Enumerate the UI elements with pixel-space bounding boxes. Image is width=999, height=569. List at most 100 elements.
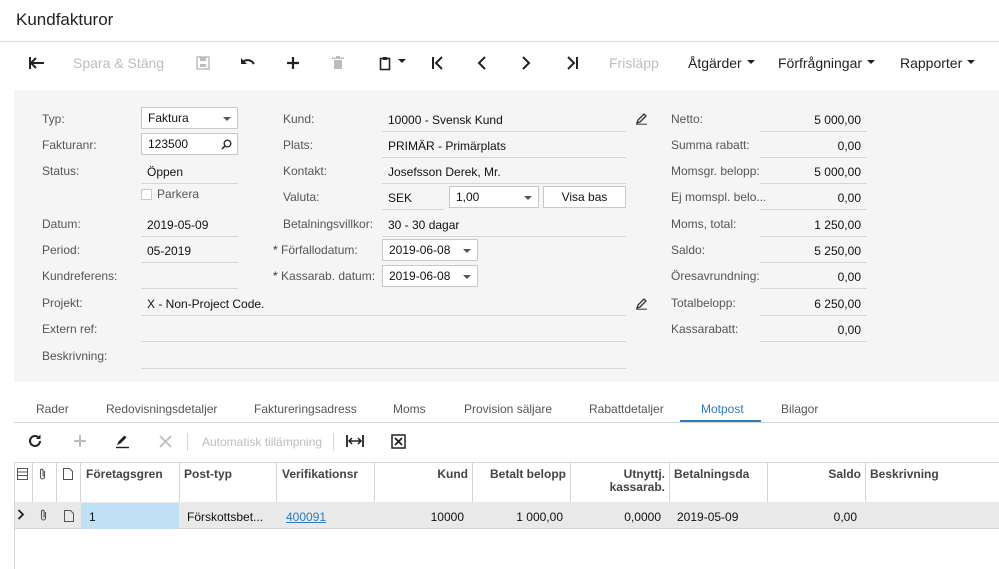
cash-discount-date-label: * Kassarab. datum:	[273, 269, 375, 283]
rounding-value: 0,00	[837, 270, 861, 284]
tab-motpost[interactable]: Motpost	[701, 402, 744, 416]
first-record-icon[interactable]	[428, 52, 448, 74]
cell-customer[interactable]: 10000	[375, 510, 464, 524]
terms-value[interactable]: 30 - 30 dagar	[388, 218, 459, 232]
tab-provision-saljare[interactable]: Provision säljare	[464, 402, 552, 416]
previous-record-icon[interactable]	[472, 52, 492, 74]
save-close-button[interactable]: Spara & Stäng	[73, 55, 164, 71]
external-ref-label: Extern ref:	[42, 322, 98, 336]
column-header-balance[interactable]: Saldo	[768, 464, 861, 502]
cash-discount-date-picker[interactable]: 2019-06-08	[382, 265, 478, 287]
note-icon[interactable]	[64, 510, 74, 525]
total-discount-value: 0,00	[837, 139, 861, 153]
fit-columns-icon[interactable]	[346, 431, 364, 451]
undo-icon[interactable]	[238, 52, 258, 74]
currency-rate-select[interactable]: 1,00	[449, 186, 539, 208]
location-value[interactable]: PRIMÄR - Primärplats	[388, 139, 506, 153]
search-icon[interactable]	[221, 139, 232, 150]
required-marker: *	[273, 243, 278, 257]
export-excel-icon[interactable]	[391, 431, 406, 451]
chevron-down-icon	[397, 59, 406, 63]
terms-underline	[382, 236, 626, 237]
column-header-ref-nbr[interactable]: Verifikationsr	[282, 464, 358, 502]
tab-redovisningsdetaljer[interactable]: Redovisningsdetaljer	[106, 402, 217, 416]
pencil-icon[interactable]	[635, 112, 648, 125]
cell-amount-paid[interactable]: 1 000,00	[473, 510, 563, 524]
actions-menu[interactable]: Åtgärder	[688, 55, 755, 71]
add-row-icon[interactable]	[73, 431, 87, 451]
total-underline	[760, 262, 867, 263]
cash-discount-date-label-text: Kassarab. datum:	[281, 269, 376, 283]
back-arrow-icon[interactable]	[26, 52, 48, 74]
chevron-down-icon	[524, 196, 532, 200]
description-label: Beskrivning:	[42, 349, 108, 363]
due-date-picker[interactable]: 2019-06-08	[382, 239, 478, 261]
status-underline	[141, 183, 238, 184]
pencil-icon[interactable]	[635, 297, 648, 310]
column-header-amount-paid[interactable]: Betalt belopp	[473, 464, 566, 502]
column-header-branch[interactable]: Företagsgren	[86, 464, 163, 502]
total-underline	[760, 236, 867, 237]
total-underline	[760, 341, 867, 342]
delete-icon[interactable]	[329, 52, 347, 74]
tab-rabattdetaljer[interactable]: Rabattdetaljer	[589, 402, 664, 416]
attachment-icon[interactable]	[39, 509, 48, 525]
tab-faktureringsadress[interactable]: Faktureringsadress	[254, 402, 357, 416]
cell-payment-date[interactable]: 2019-05-09	[677, 510, 738, 524]
project-value[interactable]: X - Non-Project Code.	[147, 297, 264, 311]
cell-balance[interactable]: 0,00	[768, 510, 857, 524]
due-date-value: 2019-06-08	[389, 243, 451, 257]
total-net-label: Netto:	[671, 112, 704, 126]
date-value[interactable]: 2019-05-09	[147, 218, 208, 232]
tab-bilagor[interactable]: Bilagor	[781, 402, 818, 416]
inquiries-menu[interactable]: Förfrågningar	[778, 55, 876, 71]
period-label: Period:	[42, 243, 81, 257]
cell-ref-nbr-link[interactable]: 400091	[286, 510, 326, 524]
chevron-right-icon[interactable]	[17, 509, 25, 523]
tax-total-label: Moms, total:	[671, 217, 737, 231]
cell-doc-type[interactable]: Förskottsbet...	[187, 510, 263, 524]
column-header-doc-type[interactable]: Post-typ	[184, 464, 232, 502]
tab-rader[interactable]: Rader	[36, 402, 69, 416]
last-record-icon[interactable]	[562, 52, 582, 74]
contact-value[interactable]: Josefsson Derek, Mr.	[388, 165, 501, 179]
view-base-button[interactable]: Visa bas	[543, 186, 626, 208]
grid-toolbar-divider	[187, 433, 188, 451]
cash-discount-date-value: 2019-06-08	[389, 269, 451, 283]
currency-code[interactable]: SEK	[388, 191, 412, 205]
customer-underline	[382, 131, 626, 132]
tabs-divider	[14, 422, 999, 423]
contact-underline	[382, 183, 626, 184]
type-label: Typ:	[42, 112, 65, 126]
period-value[interactable]: 05-2019	[147, 244, 191, 258]
clipboard-icon[interactable]	[376, 52, 408, 74]
tab-moms[interactable]: Moms	[393, 402, 426, 416]
column-divider	[32, 463, 33, 502]
type-select[interactable]: Faktura	[141, 107, 238, 129]
row-selector-header-icon	[17, 464, 28, 502]
next-record-icon[interactable]	[516, 52, 536, 74]
auto-apply-button[interactable]: Automatisk tillämpning	[202, 435, 322, 449]
external-ref-underline	[141, 341, 626, 342]
column-header-cash-discount[interactable]: Utnyttj. kassarab.	[590, 464, 665, 502]
attachment-header-icon	[38, 464, 47, 502]
refresh-icon[interactable]	[28, 431, 42, 451]
customer-value[interactable]: 10000 - Svensk Kund	[388, 113, 503, 127]
column-header-customer[interactable]: Kund	[375, 464, 468, 502]
release-button[interactable]: Frisläpp	[609, 55, 659, 71]
edit-icon[interactable]	[115, 431, 130, 451]
hold-checkbox[interactable]	[141, 189, 152, 200]
column-header-payment-date[interactable]: Betalningsda	[674, 464, 749, 502]
invoice-number-field[interactable]: 123500	[141, 133, 238, 155]
cell-branch[interactable]: 1	[89, 510, 96, 524]
cell-cash-discount[interactable]: 0,0000	[571, 510, 661, 524]
delete-row-icon[interactable]	[159, 431, 172, 451]
tax-exempt-label: Ej momspl. belo...	[671, 190, 767, 204]
reports-menu[interactable]: Rapporter	[900, 55, 976, 71]
add-icon[interactable]	[283, 52, 303, 74]
save-icon[interactable]	[193, 52, 213, 74]
rounding-label: Öresavrundning:	[671, 269, 760, 283]
page-title: Kundfakturor	[16, 10, 114, 29]
total-underline	[760, 157, 867, 158]
column-header-description[interactable]: Beskrivning	[870, 464, 939, 502]
